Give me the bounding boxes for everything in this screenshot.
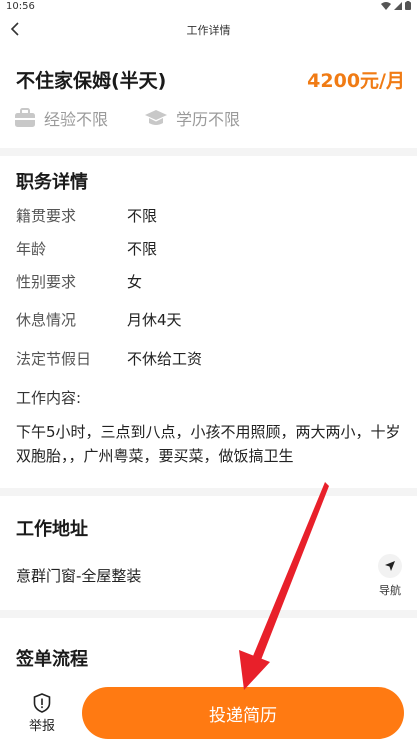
detail-label: 年龄 [16, 240, 47, 258]
page-title: 工作详情 [186, 24, 231, 37]
detail-value: 女 [127, 273, 143, 291]
detail-label: 籍贯要求 [16, 207, 77, 225]
navigation-circle [378, 554, 402, 578]
details-section-title: 职务详情 [16, 172, 88, 193]
experience-label: 经验不限 [44, 110, 109, 129]
bottom-action-bar: 举报 投递简历 [0, 680, 417, 745]
section-divider [0, 148, 417, 156]
detail-label: 性别要求 [16, 273, 77, 291]
detail-value: 不限 [127, 240, 158, 258]
detail-value: 不休给工资 [127, 350, 203, 368]
warning-shield-icon [33, 693, 51, 713]
detail-label: 休息情况 [16, 311, 77, 329]
report-button[interactable]: 举报 [22, 693, 62, 734]
status-icons [381, 1, 411, 13]
section-divider [0, 610, 417, 618]
detail-label: 法定节假日 [16, 350, 92, 368]
signal-icon [394, 1, 402, 13]
navigation-button[interactable]: 导航 [375, 554, 405, 598]
status-time: 10:56 [6, 1, 35, 12]
report-label: 举报 [28, 719, 55, 734]
education-tag: 学历不限 [144, 106, 240, 130]
detail-value: 月休4天 [127, 311, 182, 329]
job-header: 不住家保姆(半天) 4200元/月 经验不限 学历不限 [0, 44, 417, 148]
battery-icon [405, 1, 411, 13]
briefcase-icon [15, 108, 35, 127]
experience-tag: 经验不限 [14, 106, 108, 130]
section-divider [0, 488, 417, 496]
detail-value: 不限 [127, 207, 158, 225]
submit-resume-button[interactable]: 投递简历 [82, 687, 404, 739]
work-content-text: 下午5小时，三点到八点，小孩不用照顾，两大两小，十岁双胞胎，，广州粤菜，要买菜，… [16, 423, 401, 465]
job-title: 不住家保姆(半天) [16, 70, 167, 92]
work-content-label: 工作内容: [16, 389, 82, 407]
education-label: 学历不限 [176, 110, 241, 129]
navigation-arrow-icon [385, 561, 395, 571]
wifi-icon [381, 1, 391, 13]
address-section-title: 工作地址 [16, 519, 88, 540]
navigation-label: 导航 [379, 584, 401, 597]
address-text: 意群门窗-全屋整装 [16, 567, 142, 585]
job-salary: 4200元/月 [307, 70, 405, 92]
contract-section-title: 签单流程 [16, 649, 88, 670]
nav-bar: 工作详情 [0, 14, 417, 44]
status-bar: 10:56 [0, 0, 417, 14]
graduation-cap-icon [145, 110, 167, 125]
